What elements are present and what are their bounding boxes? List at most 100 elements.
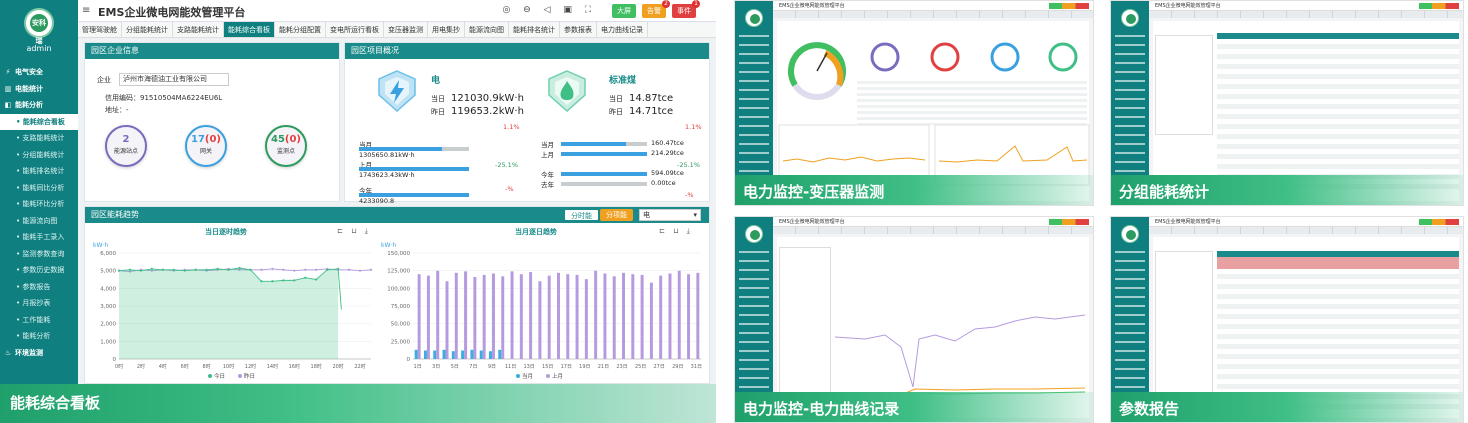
bar-上月 xyxy=(436,270,440,359)
thumb-table-rows xyxy=(1217,39,1459,189)
data-point xyxy=(238,266,241,270)
sidebar-item-label: 能耗手工录入 xyxy=(22,233,65,241)
data-point xyxy=(128,268,132,271)
sidebar-item-10[interactable]: • 能耗手工录入 xyxy=(0,229,78,246)
thumbnail-parameter-report[interactable]: EMS企业微电网能效管理平台 参数报告 xyxy=(1110,216,1464,423)
data-point xyxy=(304,276,307,279)
logo-text: 安科瑞 xyxy=(30,14,48,45)
x-tick-label: 13日 xyxy=(523,364,534,370)
daily-trend-chart: kW·h 150,000 125,000 100,000 75,000 50,000 25,… xyxy=(381,242,702,380)
data-point xyxy=(194,268,197,271)
stat-circle-0[interactable]: 2 能源站点 xyxy=(105,125,147,167)
hourly-chart-tools[interactable]: ⊏ ⊔ ⤓ xyxy=(337,227,371,236)
y-tick-label: 4,000 xyxy=(100,286,116,292)
sidebar-item-1[interactable]: ▥ 电能统计 xyxy=(0,81,78,98)
stat-circle-number: 2 xyxy=(122,134,130,145)
tab-5[interactable]: 变电所运行看板 xyxy=(326,22,384,37)
time-energy-button[interactable]: 分时能 xyxy=(564,209,599,221)
bar-当月 xyxy=(470,349,474,359)
x-tick-label: 7日 xyxy=(469,364,477,370)
sidebar-item-4[interactable]: • 支路能耗统计 xyxy=(0,130,78,147)
tab-9[interactable]: 能耗排名统计 xyxy=(509,22,560,37)
sidebar-dot-icon: • xyxy=(16,117,23,126)
thumb-top-bar: EMS企业微电网能效管理平台 xyxy=(773,217,1093,227)
bar-上月 xyxy=(594,270,598,359)
x-tick-label: 23日 xyxy=(616,364,627,370)
bar-上月 xyxy=(603,273,607,359)
sidebar-item-11[interactable]: • 监测参数查询 xyxy=(0,246,78,263)
elec-year-cut-value: 4233090.8 xyxy=(359,197,395,205)
sidebar-item-8[interactable]: • 能耗环比分析 xyxy=(0,196,78,213)
sidebar-item-5[interactable]: • 分组能耗统计 xyxy=(0,147,78,164)
bar-上月 xyxy=(566,274,570,359)
sidebar-item-16[interactable]: • 能耗分析 xyxy=(0,328,78,345)
stat-circle-label: 网关 xyxy=(199,148,212,155)
coal-shield-icon xyxy=(548,70,586,113)
thumb-caption: 参数报告 xyxy=(1119,400,1180,418)
sidebar-item-label: 能源流向图 xyxy=(22,216,58,225)
coal-year-change: -% xyxy=(685,191,694,199)
item-energy-button[interactable]: 分项能 xyxy=(600,209,633,221)
tab-8[interactable]: 能源流向图 xyxy=(465,22,509,37)
thumb-caption-bar: 电力监控-电力曲线记录 xyxy=(735,392,1093,422)
bar-当月 xyxy=(498,349,502,359)
sidebar-item-13[interactable]: • 参数报告 xyxy=(0,279,78,296)
energy-type-select[interactable]: 电 ▾ xyxy=(639,209,701,221)
bar-上月 xyxy=(482,274,486,359)
tab-2[interactable]: 支路能耗统计 xyxy=(173,22,224,37)
tab-11[interactable]: 电力曲线记录 xyxy=(597,22,648,37)
thumbnail-group-energy[interactable]: EMS企业微电网能效管理平台 分组能耗统计 xyxy=(1110,0,1464,206)
daily-chart-tools[interactable]: ⊏ ⊔ ⤓ xyxy=(659,227,693,236)
thumb-caption-bar: 参数报告 xyxy=(1111,392,1463,422)
menu-toggle-icon[interactable]: ≡ xyxy=(82,5,90,16)
sidebar-item-6[interactable]: • 能耗排名统计 xyxy=(0,163,78,180)
stat-circle-2[interactable]: 45(0) 监测点 xyxy=(265,125,307,167)
data-point xyxy=(304,268,307,271)
sidebar-item-12[interactable]: • 参数历史数据 xyxy=(0,262,78,279)
address-value: - xyxy=(126,106,129,114)
thumb-body xyxy=(777,237,1089,418)
tab-6[interactable]: 变压器监测 xyxy=(384,22,428,37)
data-point xyxy=(293,279,296,282)
x-tick-label: 29日 xyxy=(672,364,683,370)
thumbnail-power-curve[interactable]: EMS企业微电网能效管理平台 电力监控-电力曲线记录 xyxy=(734,216,1094,423)
event-button[interactable]: 事件 1 xyxy=(672,0,700,18)
series-drop-line xyxy=(337,268,342,310)
thumb-tree xyxy=(779,247,831,407)
hourly-chart-title: 当日逐时趋势 xyxy=(205,228,247,236)
tab-1[interactable]: 分组能耗统计 xyxy=(122,22,173,37)
stat-circle-1[interactable]: 17(0) 网关 xyxy=(185,125,227,167)
sidebar-item-label: 监测参数查询 xyxy=(22,249,65,258)
thumb-body xyxy=(1153,237,1459,418)
alarm-button[interactable]: 告警 2 xyxy=(642,0,670,18)
tab-4[interactable]: 能耗分组配置 xyxy=(275,22,326,37)
sidebar-item-7[interactable]: • 能耗同比分析 xyxy=(0,180,78,197)
sidebar-item-9[interactable]: • 能源流向图 xyxy=(0,213,78,230)
toolbar-icons[interactable]: ◎ ⊖ ◁ ▣ ⛶ xyxy=(502,5,596,15)
credit-code-value: 91510504MA6224EU6L xyxy=(140,94,223,102)
legend-label: 上月 xyxy=(552,372,563,380)
thumbnail-transformer-monitor[interactable]: EMS企业微电网能效管理平台 电力监控-变压器监测 xyxy=(734,0,1094,206)
x-tick-label: 19日 xyxy=(579,364,590,370)
y-tick-label: 75,000 xyxy=(391,304,411,310)
app-title: EMS企业微电网能效管理平台 xyxy=(98,6,246,19)
tab-0[interactable]: 管理驾驶舱 xyxy=(78,22,122,37)
tab-3[interactable]: 能耗综合看板 xyxy=(224,22,275,37)
sidebar-item-15[interactable]: • 工作能耗 xyxy=(0,312,78,329)
sidebar-item-2[interactable]: ◧ 能耗分析 xyxy=(0,97,78,114)
company-name-field[interactable]: 泸州市海德油工业有限公司 xyxy=(119,73,229,86)
sidebar-item-17[interactable]: ♨ 环境监测 xyxy=(0,345,78,362)
user-name[interactable]: admin xyxy=(0,44,78,53)
energy-overview-header: 园区项目概况 xyxy=(345,43,709,59)
elec-yesterday-label: 昨日 xyxy=(431,108,445,116)
bar-上月 xyxy=(510,271,514,359)
sidebar-group-icon: ◧ xyxy=(4,101,12,109)
sidebar-item-14[interactable]: • 月报抄表 xyxy=(0,295,78,312)
sidebar-item-3[interactable]: • 能耗综合看板 xyxy=(0,113,78,130)
sidebar-item-0[interactable]: ⚡ 电气安全 xyxy=(0,64,78,81)
screen-button[interactable]: 大屏 xyxy=(612,4,636,18)
bar-上月 xyxy=(612,276,616,359)
tab-7[interactable]: 用电集抄 xyxy=(428,22,465,37)
tab-10[interactable]: 参数报表 xyxy=(560,22,597,37)
thumb-caption: 分组能耗统计 xyxy=(1119,183,1210,201)
